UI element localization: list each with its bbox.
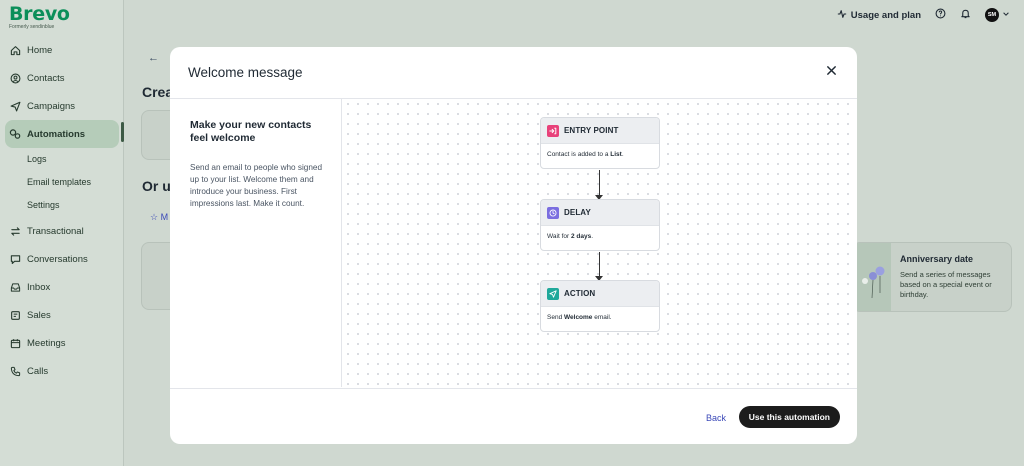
chat-icon	[9, 253, 21, 265]
sidebar-subitem-email-templates[interactable]: Email templates	[0, 171, 124, 194]
send-icon	[547, 287, 559, 300]
logo-text: Brevo	[9, 3, 70, 25]
modal-header: Welcome message	[170, 47, 857, 99]
contacts-icon	[9, 72, 21, 84]
anniversary-date-card[interactable]: Anniversary date Send a series of messag…	[852, 242, 1012, 312]
sidebar-item-label: Conversations	[27, 253, 88, 265]
connector-line	[599, 170, 600, 195]
sidebar-item-label: Calls	[27, 365, 49, 377]
node-header: ENTRY POINT	[541, 118, 659, 144]
sidebar-item-conversations[interactable]: Conversations	[0, 245, 124, 273]
background-tab-label: M	[160, 212, 169, 222]
sidebar-item-transactional[interactable]: Transactional	[0, 217, 124, 245]
balloons-illustration	[853, 243, 891, 311]
sidebar-item-calls[interactable]: Calls	[0, 357, 124, 385]
node-text: .	[621, 151, 624, 158]
action-node[interactable]: ACTION Send Welcome email.	[540, 280, 660, 332]
node-label: DELAY	[564, 208, 591, 217]
phone-icon	[9, 365, 21, 377]
brevo-logo[interactable]: Brevo Formerly sendinblue	[9, 3, 70, 30]
sidebar-item-label: Inbox	[27, 281, 51, 293]
node-description: Send Welcome email.	[541, 307, 659, 328]
sidebar-subitem-settings[interactable]: Settings	[0, 194, 124, 217]
connector-line	[599, 252, 600, 276]
sales-icon	[9, 309, 21, 321]
node-text: Send	[547, 314, 564, 321]
node-description: Wait for 2 days.	[541, 226, 659, 247]
description-pane: Make your new contacts feel welcome Send…	[170, 99, 342, 387]
automation-icon	[9, 128, 21, 140]
node-description: Contact is added to a List.	[541, 144, 659, 165]
back-button[interactable]: Back	[706, 413, 726, 423]
background-tab[interactable]: ☆ M	[150, 212, 168, 223]
node-header: ACTION	[541, 281, 659, 307]
entry-point-node[interactable]: ENTRY POINT Contact is added to a List.	[540, 117, 660, 169]
node-label: ENTRY POINT	[564, 126, 619, 135]
description-title: Make your new contacts feel welcome	[190, 119, 312, 144]
modal-title: Welcome message	[188, 65, 303, 80]
sidebar-item-campaigns[interactable]: Campaigns	[0, 92, 124, 120]
sidebar-item-home[interactable]: Home	[0, 36, 124, 64]
anniversary-card-title: Anniversary date	[900, 254, 974, 264]
node-header: DELAY	[541, 200, 659, 226]
sidebar-item-automations[interactable]: Automations	[5, 120, 119, 148]
home-icon	[9, 44, 21, 56]
node-text-bold: List	[610, 151, 622, 158]
sidebar-item-label: Automations	[27, 128, 86, 140]
close-button[interactable]	[823, 64, 839, 80]
node-text: Wait for	[547, 233, 571, 240]
welcome-message-modal: Welcome message Make your new contacts f…	[170, 47, 857, 444]
sidebar-item-label: Meetings	[27, 337, 66, 349]
sidebar-item-contacts[interactable]: Contacts	[0, 64, 124, 92]
delay-node[interactable]: DELAY Wait for 2 days.	[540, 199, 660, 251]
calendar-icon	[9, 337, 21, 349]
sidebar-item-label: Sales	[27, 309, 51, 321]
sidebar-item-label: Home	[27, 44, 53, 56]
close-icon	[826, 63, 837, 81]
modal-footer: Back Use this automation	[170, 388, 857, 444]
back-arrow-icon[interactable]: ←	[148, 52, 159, 64]
node-label: ACTION	[564, 289, 596, 298]
use-this-automation-button[interactable]: Use this automation	[738, 406, 840, 428]
sidebar-subitem-logs[interactable]: Logs	[0, 148, 124, 171]
description-text: Send an email to people who signed up to…	[190, 163, 323, 208]
sidebar: Brevo Formerly sendinblue Home Contacts …	[0, 0, 124, 466]
sidebar-item-label: Contacts	[27, 72, 65, 84]
inbox-icon	[9, 281, 21, 293]
node-text: .	[591, 233, 594, 240]
transfer-icon	[9, 225, 21, 237]
node-text-bold: Welcome	[564, 314, 593, 321]
clock-icon	[547, 206, 559, 219]
node-text: email.	[592, 314, 612, 321]
workflow-canvas: ENTRY POINT Contact is added to a List. …	[343, 99, 857, 387]
send-icon	[9, 100, 21, 112]
entry-point-icon	[547, 124, 559, 137]
sidebar-item-sales[interactable]: Sales	[0, 301, 124, 329]
sidebar-item-meetings[interactable]: Meetings	[0, 329, 124, 357]
node-text-bold: 2 days	[570, 233, 592, 240]
sidebar-item-inbox[interactable]: Inbox	[0, 273, 124, 301]
anniversary-card-description: Send a series of messages based on a spe…	[900, 270, 992, 299]
sidebar-item-label: Campaigns	[27, 100, 76, 112]
background-heading: Crea	[142, 84, 174, 100]
sidebar-nav: Home Contacts Campaigns Automations Logs…	[0, 36, 124, 385]
sidebar-item-label: Transactional	[27, 225, 84, 237]
node-text: Contact is added to a	[547, 151, 611, 158]
